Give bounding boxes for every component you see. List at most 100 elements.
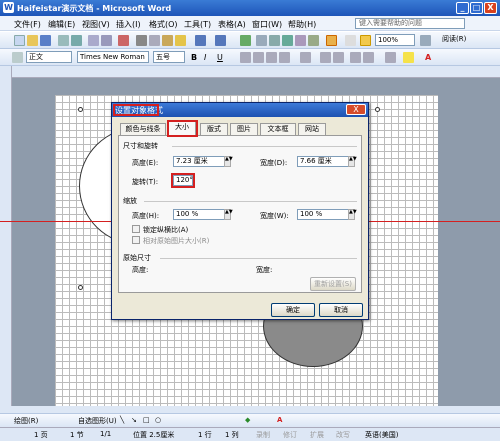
- word-app-icon: W: [3, 2, 14, 13]
- insert-excel-icon[interactable]: [282, 35, 293, 46]
- tab-picture[interactable]: 图片: [230, 123, 258, 135]
- help-icon[interactable]: [420, 35, 431, 46]
- dialog-close-button[interactable]: X: [346, 104, 366, 115]
- status-page: 1 页: [34, 431, 48, 439]
- status-overtype[interactable]: 改写: [336, 430, 350, 440]
- lock-ratio-label: 锁定纵横比(A): [143, 226, 189, 234]
- scale-height-label: 高度(H):: [132, 212, 160, 220]
- height-input[interactable]: 7.23 厘米: [173, 156, 225, 167]
- fill-color-icon[interactable]: ◆: [245, 416, 250, 424]
- line-spacing-icon[interactable]: [300, 52, 311, 63]
- close-window-button[interactable]: X: [484, 2, 497, 14]
- status-track[interactable]: 修订: [283, 430, 297, 440]
- bold-icon[interactable]: B: [191, 52, 202, 63]
- redo-icon[interactable]: [215, 35, 226, 46]
- align-center-icon[interactable]: [253, 52, 264, 63]
- arrow-tool-icon[interactable]: ↘: [131, 416, 137, 424]
- styles-pane-icon[interactable]: [12, 52, 23, 63]
- print-icon[interactable]: [88, 35, 99, 46]
- status-extend[interactable]: 扩展: [310, 430, 324, 440]
- menu-window[interactable]: 窗口(W): [252, 19, 282, 30]
- tab-textbox[interactable]: 文本框: [260, 123, 296, 135]
- menu-insert[interactable]: 插入(I): [116, 19, 141, 30]
- increase-indent-icon[interactable]: [363, 52, 374, 63]
- maximize-button[interactable]: □: [470, 2, 483, 14]
- show-hide-icon[interactable]: [345, 35, 356, 46]
- draw-menu-button[interactable]: 绘图(R): [14, 416, 38, 426]
- oval-tool-icon[interactable]: ○: [155, 416, 161, 424]
- show-marks-icon[interactable]: [360, 35, 371, 46]
- paste-icon[interactable]: [162, 35, 173, 46]
- menu-edit[interactable]: 编辑(E): [48, 19, 75, 30]
- font-color-draw-icon[interactable]: A: [277, 416, 282, 424]
- numbering-icon[interactable]: [320, 52, 331, 63]
- standard-toolbar: 100% 阅读(R): [0, 32, 500, 49]
- font-select[interactable]: Times New Roman: [77, 51, 149, 63]
- title-bar: W Haifeistar演示文档 - Microsoft Word _ □ X: [0, 0, 500, 16]
- menu-help[interactable]: 帮助(H): [288, 19, 316, 30]
- selection-handle[interactable]: [78, 107, 83, 112]
- width-input[interactable]: 7.66 厘米: [297, 156, 349, 167]
- new-icon[interactable]: [14, 35, 25, 46]
- hyperlink-icon[interactable]: [240, 35, 251, 46]
- scale-height-input[interactable]: 100 %: [173, 209, 225, 220]
- tables-borders-icon[interactable]: [256, 35, 267, 46]
- copy-icon[interactable]: [149, 35, 160, 46]
- document-map-icon[interactable]: [326, 35, 337, 46]
- menu-file[interactable]: 文件(F): [14, 19, 41, 30]
- read-mode-button[interactable]: 阅读(R): [440, 34, 495, 46]
- width-spinner[interactable]: ▲▼: [348, 156, 357, 167]
- selection-handle[interactable]: [375, 107, 380, 112]
- decrease-indent-icon[interactable]: [350, 52, 361, 63]
- tab-colors-lines[interactable]: 颜色与线条: [120, 123, 166, 135]
- align-right-icon[interactable]: [266, 52, 277, 63]
- font-color-icon[interactable]: A: [425, 52, 436, 63]
- drawing-icon[interactable]: [308, 35, 319, 46]
- line-tool-icon[interactable]: ╲: [120, 416, 124, 424]
- print-preview-icon[interactable]: [101, 35, 112, 46]
- spelling-icon[interactable]: [118, 35, 129, 46]
- menu-format[interactable]: 格式(O): [149, 19, 178, 30]
- status-record[interactable]: 录制: [256, 430, 270, 440]
- minimize-button[interactable]: _: [456, 2, 469, 14]
- mail-icon[interactable]: [71, 35, 82, 46]
- ok-button[interactable]: 确定: [271, 303, 315, 317]
- columns-icon[interactable]: [295, 35, 306, 46]
- status-section: 1 节: [70, 431, 84, 439]
- font-size-select[interactable]: 五号: [153, 51, 185, 63]
- menu-view[interactable]: 视图(V): [82, 19, 110, 30]
- selection-handle[interactable]: [78, 285, 83, 290]
- highlight-icon[interactable]: [403, 52, 414, 63]
- bullets-icon[interactable]: [333, 52, 344, 63]
- cut-icon[interactable]: [136, 35, 147, 46]
- relative-size-checkbox[interactable]: [132, 236, 140, 244]
- permission-icon[interactable]: [58, 35, 69, 46]
- align-left-icon[interactable]: [240, 52, 251, 63]
- rectangle-tool-icon[interactable]: □: [143, 416, 150, 424]
- scale-width-input[interactable]: 100 %: [297, 209, 349, 220]
- tab-layout[interactable]: 版式: [200, 123, 228, 135]
- menu-tools[interactable]: 工具(T): [184, 19, 211, 30]
- undo-icon[interactable]: [195, 35, 206, 46]
- reset-button[interactable]: 重新设置(S): [310, 277, 356, 291]
- menu-table[interactable]: 表格(A): [218, 19, 246, 30]
- underline-icon[interactable]: U: [217, 52, 228, 63]
- justify-icon[interactable]: [279, 52, 290, 63]
- cancel-button[interactable]: 取消: [319, 303, 363, 317]
- save-icon[interactable]: [40, 35, 51, 46]
- tab-web[interactable]: 网站: [298, 123, 326, 135]
- formatting-toolbar: 正文 Times New Roman 五号 B I U A: [0, 49, 500, 66]
- autoshapes-menu-button[interactable]: 自选图形(U): [78, 416, 117, 426]
- scale-width-spinner[interactable]: ▲▼: [348, 209, 357, 220]
- border-icon[interactable]: [385, 52, 396, 63]
- lock-ratio-checkbox[interactable]: [132, 225, 140, 233]
- zoom-select[interactable]: 100%: [375, 34, 415, 46]
- help-search-input[interactable]: 键入需要帮助的问题: [355, 18, 465, 29]
- scale-height-spinner[interactable]: ▲▼: [224, 209, 233, 220]
- insert-table-icon[interactable]: [269, 35, 280, 46]
- style-select[interactable]: 正文: [26, 51, 72, 63]
- open-icon[interactable]: [27, 35, 38, 46]
- format-painter-icon[interactable]: [175, 35, 186, 46]
- height-spinner[interactable]: ▲▼: [224, 156, 233, 167]
- italic-icon[interactable]: I: [204, 52, 215, 63]
